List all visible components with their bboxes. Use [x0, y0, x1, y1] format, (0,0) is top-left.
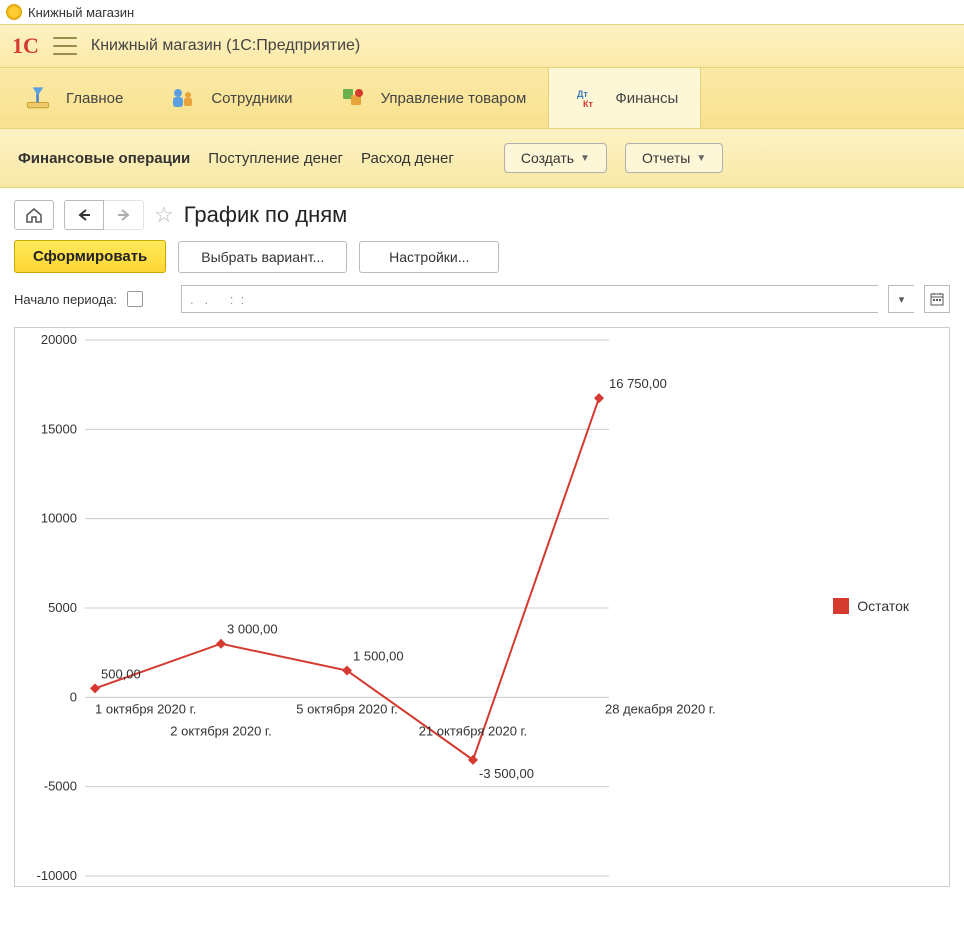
nav-tab-label: Главное	[66, 90, 123, 107]
chart-legend: Остаток	[833, 598, 909, 614]
svg-text:0: 0	[70, 689, 77, 704]
nav-tab-label: Финансы	[615, 90, 678, 107]
create-button-label: Создать	[521, 150, 574, 166]
favorite-star-icon[interactable]: ☆	[154, 202, 174, 228]
subnav-bar: Финансовые операции Поступление денег Ра…	[0, 129, 964, 188]
svg-text:5 октября 2020 г.: 5 октября 2020 г.	[296, 701, 397, 716]
calendar-icon	[930, 292, 944, 306]
period-row: Начало периода: ▾	[0, 283, 964, 323]
finance-icon: Дт Кт	[571, 84, 603, 112]
window-title-bar: Книжный магазин	[0, 0, 964, 24]
reports-button[interactable]: Отчеты ▼	[625, 143, 723, 173]
chart-container: -10000 -5000 0 5000 10000 15000 20000 500,00 1 о…	[14, 327, 950, 887]
line-chart: -10000 -5000 0 5000 10000 15000 20000 500,00 1 о…	[15, 328, 949, 886]
period-checkbox[interactable]	[127, 291, 143, 307]
calendar-button[interactable]	[924, 285, 950, 313]
header-bar: 1C Книжный магазин (1С:Предприятие)	[0, 24, 964, 68]
svg-text:3 000,00: 3 000,00	[227, 622, 278, 637]
svg-text:Дт: Дт	[577, 89, 588, 99]
lamp-icon	[22, 84, 54, 112]
toolbar-row: ☆ График по дням	[0, 188, 964, 236]
svg-text:15000: 15000	[41, 421, 77, 436]
svg-text:28 декабря 2020 г.: 28 декабря 2020 г.	[605, 701, 716, 716]
nav-tab-label: Сотрудники	[211, 90, 292, 107]
back-button[interactable]	[64, 200, 104, 230]
goods-icon	[337, 84, 369, 112]
page-title: График по дням	[184, 202, 348, 228]
svg-text:-3 500,00: -3 500,00	[479, 766, 534, 781]
arrow-left-icon	[76, 208, 92, 222]
app-icon	[6, 4, 22, 20]
menu-icon[interactable]	[53, 37, 77, 55]
subnav-link-income[interactable]: Поступление денег	[208, 150, 343, 167]
window-title-text: Книжный магазин	[28, 5, 134, 20]
nav-tab-goods[interactable]: Управление товаром	[315, 68, 549, 128]
subnav-link-expense[interactable]: Расход денег	[361, 150, 454, 167]
chevron-down-icon: ▾	[899, 293, 905, 306]
svg-text:2 октября 2020 г.: 2 октября 2020 г.	[170, 723, 271, 738]
nav-tab-label: Управление товаром	[381, 90, 527, 107]
svg-text:Кт: Кт	[583, 99, 593, 109]
reports-button-label: Отчеты	[642, 150, 690, 166]
svg-text:16 750,00: 16 750,00	[609, 376, 667, 391]
nav-tab-staff[interactable]: Сотрудники	[145, 68, 314, 128]
svg-text:20000: 20000	[41, 332, 77, 347]
nav-tabs: Главное Сотрудники Управление товаром Дт	[0, 68, 964, 129]
legend-color-swatch	[833, 598, 849, 614]
nav-tab-finance[interactable]: Дт Кт Финансы	[548, 68, 701, 128]
svg-text:5000: 5000	[48, 600, 77, 615]
arrow-right-icon	[116, 208, 132, 222]
dropdown-button[interactable]: ▾	[888, 285, 914, 313]
svg-text:21 октября 2020 г.: 21 октября 2020 г.	[419, 723, 528, 738]
svg-text:-10000: -10000	[37, 868, 77, 883]
svg-text:10000: 10000	[41, 511, 77, 526]
forward-button[interactable]	[104, 200, 144, 230]
app-title: Книжный магазин (1С:Предприятие)	[91, 37, 360, 55]
action-row: Сформировать Выбрать вариант... Настройк…	[0, 236, 964, 283]
choose-variant-button[interactable]: Выбрать вариант...	[178, 241, 347, 273]
subnav-link-operations[interactable]: Финансовые операции	[18, 150, 190, 167]
home-button[interactable]	[14, 200, 54, 230]
create-button[interactable]: Создать ▼	[504, 143, 607, 173]
legend-label: Остаток	[857, 598, 909, 614]
nav-tab-main[interactable]: Главное	[0, 68, 145, 128]
run-report-button[interactable]: Сформировать	[14, 240, 166, 273]
period-label: Начало периода:	[14, 292, 117, 307]
logo-1c: 1C	[12, 33, 39, 59]
chevron-down-icon: ▼	[580, 153, 590, 164]
people-icon	[167, 84, 199, 112]
period-start-input[interactable]	[181, 285, 878, 313]
home-icon	[25, 207, 43, 223]
settings-button[interactable]: Настройки...	[359, 241, 499, 273]
svg-text:500,00: 500,00	[101, 666, 141, 681]
chevron-down-icon: ▼	[696, 153, 706, 164]
svg-text:-5000: -5000	[44, 779, 77, 794]
nav-history-group	[64, 200, 144, 230]
svg-text:1 октября 2020 г.: 1 октября 2020 г.	[95, 701, 196, 716]
svg-text:1 500,00: 1 500,00	[353, 649, 404, 664]
